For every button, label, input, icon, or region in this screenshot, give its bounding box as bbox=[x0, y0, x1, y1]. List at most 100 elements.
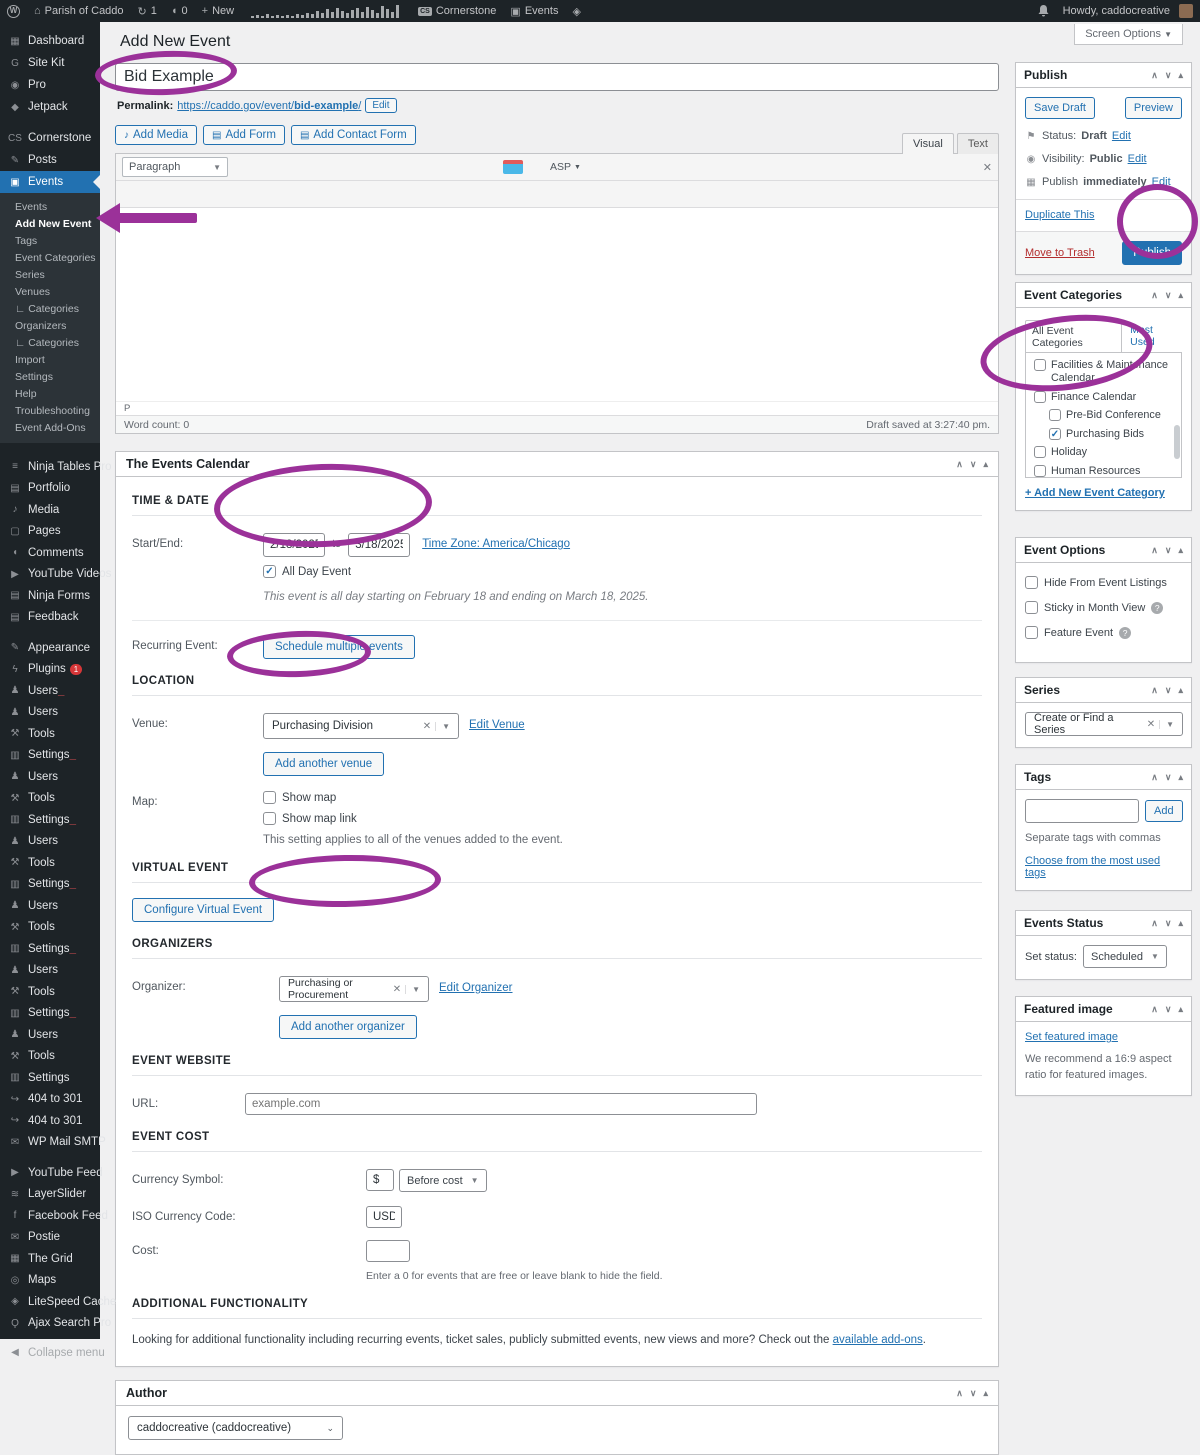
start-date-input[interactable] bbox=[263, 533, 325, 557]
sidebar-item-ninja-forms[interactable]: ▤ Ninja Forms bbox=[0, 585, 100, 607]
sidebar-item-appearance[interactable]: ✎ Appearance bbox=[0, 637, 100, 659]
submenu-tags[interactable]: Tags bbox=[0, 232, 100, 249]
add-form-button[interactable]: ▤ Add Form bbox=[203, 125, 285, 145]
numbered-list-icon[interactable] bbox=[293, 157, 313, 177]
sidebar-item-posts[interactable]: ✎ Posts bbox=[0, 149, 100, 171]
sidebar-item-pro[interactable]: ◉ Pro bbox=[0, 74, 100, 96]
move-down-icon[interactable]: ∨ bbox=[970, 459, 977, 470]
category-checkbox-item[interactable]: Human Resources Calendar bbox=[1034, 465, 1179, 478]
link-icon[interactable] bbox=[398, 157, 418, 177]
submenu-organizers[interactable]: Organizers bbox=[0, 317, 100, 334]
submenu-import[interactable]: Import bbox=[0, 351, 100, 368]
option-checkbox[interactable] bbox=[1025, 576, 1038, 589]
horizontal-rule-icon[interactable] bbox=[143, 184, 163, 204]
bold-icon[interactable] bbox=[230, 157, 250, 177]
option-checkbox-row[interactable]: Feature Event ? bbox=[1025, 626, 1182, 639]
events-menu[interactable]: ▣ Events bbox=[503, 0, 565, 22]
new-content-menu[interactable]: + New bbox=[195, 0, 241, 22]
sidebar-item-postie[interactable]: ✉ Postie bbox=[0, 1227, 100, 1249]
sidebar-item-tools[interactable]: ⚒ Tools bbox=[0, 788, 100, 810]
sidebar-item-users[interactable]: ♟ Users bbox=[0, 960, 100, 982]
bulleted-list-icon[interactable] bbox=[272, 157, 292, 177]
sidebar-item-users[interactable]: ♟ Users bbox=[0, 766, 100, 788]
option-checkbox-row[interactable]: Sticky in Month View ? bbox=[1025, 601, 1182, 614]
textbox-icon[interactable] bbox=[440, 157, 460, 177]
sidebar-item-tools[interactable]: ⚒ Tools bbox=[0, 723, 100, 745]
submenu-event-categories[interactable]: Event Categories bbox=[0, 249, 100, 266]
tab-all-categories[interactable]: All Event Categories bbox=[1025, 320, 1122, 353]
sidebar-item-users[interactable]: ♟ Users bbox=[0, 680, 100, 702]
events-calendar-icon[interactable] bbox=[503, 160, 523, 174]
schedule-multiple-events-button[interactable]: Schedule multiple events bbox=[263, 635, 415, 659]
tab-text[interactable]: Text bbox=[957, 133, 999, 154]
scrollbar-thumb[interactable] bbox=[1174, 425, 1180, 459]
sidebar-item-settings[interactable]: ▥ Settings bbox=[0, 938, 100, 960]
align-right-icon[interactable] bbox=[377, 157, 397, 177]
currency-position-select[interactable]: Before cost ▼ bbox=[399, 1169, 487, 1192]
sidebar-item-jetpack[interactable]: ◆ Jetpack bbox=[0, 96, 100, 118]
category-checkbox[interactable] bbox=[1034, 465, 1046, 477]
outdent-icon[interactable] bbox=[269, 184, 289, 204]
align-left-icon[interactable] bbox=[335, 157, 355, 177]
clear-icon[interactable]: ✕ bbox=[1143, 719, 1159, 730]
move-up-icon[interactable]: ∧ bbox=[956, 459, 963, 470]
category-checkbox-item[interactable]: Holiday bbox=[1034, 446, 1179, 459]
sidebar-item-cornerstone[interactable]: CS Cornerstone bbox=[0, 127, 100, 149]
add-media-button[interactable]: ♪ Add Media bbox=[115, 125, 197, 145]
clear-icon[interactable]: ✕ bbox=[389, 984, 405, 995]
sidebar-item-pages[interactable]: ▢ Pages bbox=[0, 521, 100, 543]
sidebar-item-layerslider[interactable]: ≋ LayerSlider bbox=[0, 1184, 100, 1206]
submenu-events[interactable]: Events bbox=[0, 198, 100, 215]
move-down-icon[interactable]: ∨ bbox=[1165, 918, 1172, 929]
author-select[interactable]: caddocreative (caddocreative) ⌄ bbox=[128, 1416, 343, 1440]
metabox-header[interactable]: The Events Calendar ∧∨▴ bbox=[116, 452, 998, 477]
event-url-input[interactable] bbox=[245, 1093, 757, 1115]
move-up-icon[interactable]: ∧ bbox=[1151, 290, 1158, 301]
toggle-icon[interactable]: ▴ bbox=[983, 1388, 988, 1399]
sidebar-item-404-to-301[interactable]: ↪ 404 to 301 bbox=[0, 1110, 100, 1132]
submenu-organizer-categories[interactable]: ∟ Categories bbox=[0, 334, 100, 351]
edit-visibility-link[interactable]: Edit bbox=[1128, 153, 1147, 165]
metabox-header[interactable]: Event Options ∧∨▴ bbox=[1016, 538, 1191, 563]
move-down-icon[interactable]: ∨ bbox=[1165, 70, 1172, 81]
chevron-down-icon[interactable]: ▼ bbox=[405, 985, 420, 994]
tab-most-used[interactable]: Most Used bbox=[1122, 320, 1182, 352]
sidebar-item-maps[interactable]: ◎ Maps bbox=[0, 1270, 100, 1292]
sidebar-item-facebook-feed[interactable]: f Facebook Feed bbox=[0, 1205, 100, 1227]
submenu-venue-categories[interactable]: ∟ Categories bbox=[0, 300, 100, 317]
blockquote-icon[interactable] bbox=[314, 157, 334, 177]
move-up-icon[interactable]: ∧ bbox=[956, 1388, 963, 1399]
toggle-icon[interactable]: ▴ bbox=[1178, 772, 1183, 783]
category-checkbox[interactable] bbox=[1034, 446, 1046, 458]
venue-select[interactable]: Purchasing Division ✕ ▼ bbox=[263, 713, 459, 739]
text-color-icon[interactable] bbox=[164, 184, 184, 204]
stats-sparkline[interactable] bbox=[251, 4, 401, 18]
edit-venue-link[interactable]: Edit Venue bbox=[469, 719, 525, 731]
metabox-header[interactable]: Events Status ∧∨▴ bbox=[1016, 911, 1191, 936]
notifications-button[interactable] bbox=[1031, 0, 1056, 22]
sidebar-item-the-grid[interactable]: ▦ The Grid bbox=[0, 1248, 100, 1270]
show-map-link-checkbox-row[interactable]: Show map link bbox=[263, 812, 563, 825]
duplicate-this-link[interactable]: Duplicate This bbox=[1025, 209, 1095, 221]
paste-text-icon[interactable] bbox=[206, 184, 226, 204]
sidebar-item-users[interactable]: ♟ Users bbox=[0, 702, 100, 724]
sidebar-item-users[interactable]: ♟ Users bbox=[0, 831, 100, 853]
sidebar-item-tools[interactable]: ⚒ Tools bbox=[0, 981, 100, 1003]
sidebar-item-tools[interactable]: ⚒ Tools bbox=[0, 917, 100, 939]
option-checkbox[interactable] bbox=[1025, 626, 1038, 639]
move-down-icon[interactable]: ∨ bbox=[1165, 290, 1172, 301]
sidebar-item-dashboard[interactable]: ▦ Dashboard bbox=[0, 30, 100, 52]
currency-symbol-input[interactable] bbox=[366, 1169, 394, 1191]
set-featured-image-link[interactable]: Set featured image bbox=[1025, 1031, 1118, 1043]
configure-virtual-event-button[interactable]: Configure Virtual Event bbox=[132, 898, 274, 922]
help-icon[interactable] bbox=[353, 184, 373, 204]
preview-button[interactable]: Preview bbox=[1125, 97, 1182, 119]
move-down-icon[interactable]: ∨ bbox=[970, 1388, 977, 1399]
sidebar-item-youtube-feed[interactable]: ▶ YouTube Feed bbox=[0, 1162, 100, 1184]
organizer-select[interactable]: Purchasing or Procurement ✕ ▼ bbox=[279, 976, 429, 1002]
category-checkbox-item[interactable]: Facilities & Maintenance Calendar bbox=[1034, 359, 1179, 386]
align-center-icon[interactable] bbox=[356, 157, 376, 177]
metabox-header[interactable]: Event Categories ∧∨▴ bbox=[1016, 283, 1191, 308]
cost-input[interactable] bbox=[366, 1240, 410, 1262]
event-title-input[interactable] bbox=[115, 63, 999, 91]
